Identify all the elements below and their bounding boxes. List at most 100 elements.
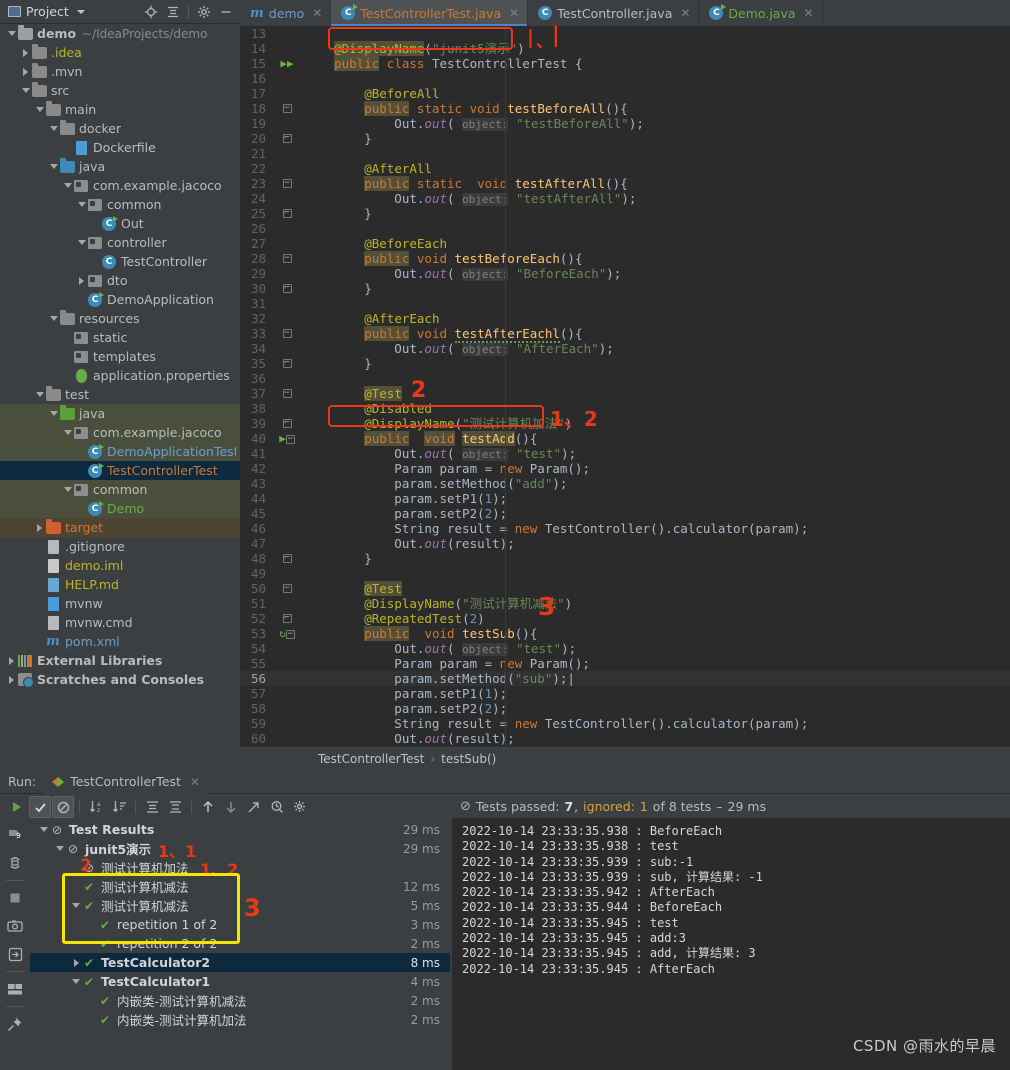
tree-expand-arrow[interactable] <box>34 594 45 613</box>
sort-duration-icon[interactable] <box>108 796 130 818</box>
tree-expand-arrow[interactable] <box>76 195 87 214</box>
tree-expand-arrow[interactable] <box>34 613 45 632</box>
code-line[interactable]: 19 Out.out( object: "testBeforeAll"); <box>240 116 1010 131</box>
test-result-row[interactable]: ✔ repetition 2 of 2 2 ms <box>30 934 450 953</box>
editor-gutter[interactable]: ⌐ <box>274 551 300 566</box>
tree-item[interactable]: src <box>0 81 240 100</box>
chevron-down-icon[interactable] <box>76 9 85 14</box>
tree-item[interactable]: Scratches and Consoles <box>0 670 240 689</box>
code-line[interactable]: 28 − public void testBeforeEach(){ <box>240 251 1010 266</box>
tree-expand-arrow[interactable] <box>34 518 45 537</box>
tree-expand-arrow[interactable] <box>90 252 101 271</box>
editor-gutter[interactable] <box>274 671 300 686</box>
code-line[interactable]: 24 Out.out( object: "testAfterAll"); <box>240 191 1010 206</box>
tree-expand-arrow[interactable] <box>70 958 82 967</box>
code-line[interactable]: 57 param.setP1(1); <box>240 686 1010 701</box>
tree-expand-arrow[interactable] <box>6 670 17 689</box>
editor-gutter[interactable] <box>274 731 300 746</box>
close-icon[interactable]: ✕ <box>312 6 322 20</box>
fold-end-icon[interactable]: ⌐ <box>282 418 292 428</box>
run-config-tab[interactable]: TestControllerTest ✕ <box>44 769 208 794</box>
editor-gutter[interactable] <box>274 701 300 716</box>
tree-item[interactable]: Dockerfile <box>0 138 240 157</box>
tree-item[interactable]: com.example.jacoco <box>0 176 240 195</box>
tree-expand-arrow[interactable] <box>62 366 73 385</box>
code-line[interactable]: 34 Out.out( object: "AfterEach"); <box>240 341 1010 356</box>
code-line[interactable]: 32 @AfterEach <box>240 311 1010 326</box>
tree-expand-arrow[interactable] <box>20 81 31 100</box>
fold-end-icon[interactable]: ⌐ <box>282 358 292 368</box>
editor-gutter[interactable]: − <box>274 581 300 596</box>
tree-expand-arrow[interactable] <box>34 537 45 556</box>
tree-expand-arrow[interactable] <box>76 290 87 309</box>
run-test-gutter-icon[interactable]: ▶ <box>279 432 286 445</box>
editor-gutter[interactable] <box>274 536 300 551</box>
tree-expand-arrow[interactable] <box>38 827 50 832</box>
show-ignored-icon[interactable] <box>52 796 74 818</box>
code-line[interactable]: 25 ⌐ } <box>240 206 1010 221</box>
tree-item[interactable]: C TestController <box>0 252 240 271</box>
code-line[interactable]: 54 Out.out( object: "test"); <box>240 641 1010 656</box>
tree-item[interactable]: C Out <box>0 214 240 233</box>
fold-end-icon[interactable]: ⌐ <box>282 133 292 143</box>
editor-gutter[interactable]: − <box>274 101 300 116</box>
editor-gutter[interactable] <box>274 161 300 176</box>
editor-gutter[interactable] <box>274 641 300 656</box>
code-line[interactable]: 15 ▶▶ public class TestControllerTest { <box>240 56 1010 71</box>
code-line[interactable]: 18 − public static void testBeforeAll(){ <box>240 101 1010 116</box>
code-line[interactable]: 16 <box>240 71 1010 86</box>
editor-gutter[interactable] <box>274 26 300 41</box>
close-icon[interactable]: ✕ <box>680 6 690 20</box>
editor-gutter[interactable]: − <box>274 251 300 266</box>
code-line[interactable]: 27 @BeforeEach <box>240 236 1010 251</box>
tree-item[interactable]: mvnw <box>0 594 240 613</box>
collapse-all-icon[interactable] <box>164 796 186 818</box>
tree-item[interactable]: HELP.md <box>0 575 240 594</box>
editor-gutter[interactable]: ⌐ <box>274 356 300 371</box>
editor-gutter[interactable]: ⌐ <box>274 281 300 296</box>
breadcrumb-class[interactable]: TestControllerTest <box>318 752 424 766</box>
code-line[interactable]: 13 <box>240 26 1010 41</box>
fold-end-icon[interactable]: ⌐ <box>282 208 292 218</box>
editor-gutter[interactable] <box>274 221 300 236</box>
minimize-icon[interactable] <box>216 2 236 22</box>
editor-tab[interactable]: C TestController.java ✕ <box>528 0 700 26</box>
tree-expand-arrow[interactable] <box>70 903 82 908</box>
project-tree[interactable]: demo ~/IdeaProjects/demo .idea .mvn src m… <box>0 24 240 770</box>
tree-item[interactable]: common <box>0 195 240 214</box>
tree-expand-arrow[interactable] <box>76 461 87 480</box>
code-lines[interactable]: 13 14 @DisplayName("junit5演示") 15 ▶▶ pub… <box>240 26 1010 746</box>
fold-collapse-icon[interactable]: − <box>282 253 292 263</box>
editor-gutter[interactable]: ⌐ <box>274 206 300 221</box>
tree-item[interactable]: test <box>0 385 240 404</box>
tree-expand-arrow[interactable] <box>6 24 17 43</box>
code-line[interactable]: 33 − public void testAfterEachl(){ <box>240 326 1010 343</box>
tree-expand-arrow[interactable] <box>62 347 73 366</box>
run-toolbar[interactable]: az <box>0 794 450 820</box>
fold-collapse-icon[interactable]: − <box>282 583 292 593</box>
fold-collapse-icon[interactable]: − <box>282 328 292 338</box>
editor-gutter[interactable] <box>274 566 300 581</box>
fold-collapse-icon[interactable]: − <box>282 178 292 188</box>
run-all-tests-gutter-icon[interactable]: ▶▶ <box>280 57 293 70</box>
editor-gutter[interactable] <box>274 41 300 56</box>
tree-expand-arrow[interactable] <box>48 309 59 328</box>
export-icon[interactable] <box>243 796 265 818</box>
editor-gutter[interactable] <box>274 491 300 506</box>
editor-gutter[interactable] <box>274 461 300 476</box>
tree-item[interactable]: static <box>0 328 240 347</box>
code-line[interactable]: 17 @BeforeAll <box>240 86 1010 101</box>
code-line[interactable]: 22 @AfterAll <box>240 161 1010 176</box>
editor-tabs[interactable]: m demo ✕ C TestControllerTest.java ✕ C Test… <box>240 0 1010 26</box>
editor-gutter[interactable]: ⌐ <box>274 416 300 431</box>
editor-gutter[interactable]: − <box>274 386 300 401</box>
close-icon[interactable]: ✕ <box>190 775 200 789</box>
tree-item[interactable]: resources <box>0 309 240 328</box>
tree-expand-arrow[interactable] <box>76 233 87 252</box>
project-tool-title[interactable]: Project <box>4 4 85 19</box>
code-line[interactable]: 56 param.setMethod("sub");| <box>240 671 1010 686</box>
editor-tab[interactable]: m demo ✕ <box>240 0 332 26</box>
fold-collapse-icon[interactable]: − <box>285 629 295 639</box>
tree-item[interactable]: C TestControllerTest <box>0 461 240 480</box>
history-icon[interactable] <box>266 796 288 818</box>
